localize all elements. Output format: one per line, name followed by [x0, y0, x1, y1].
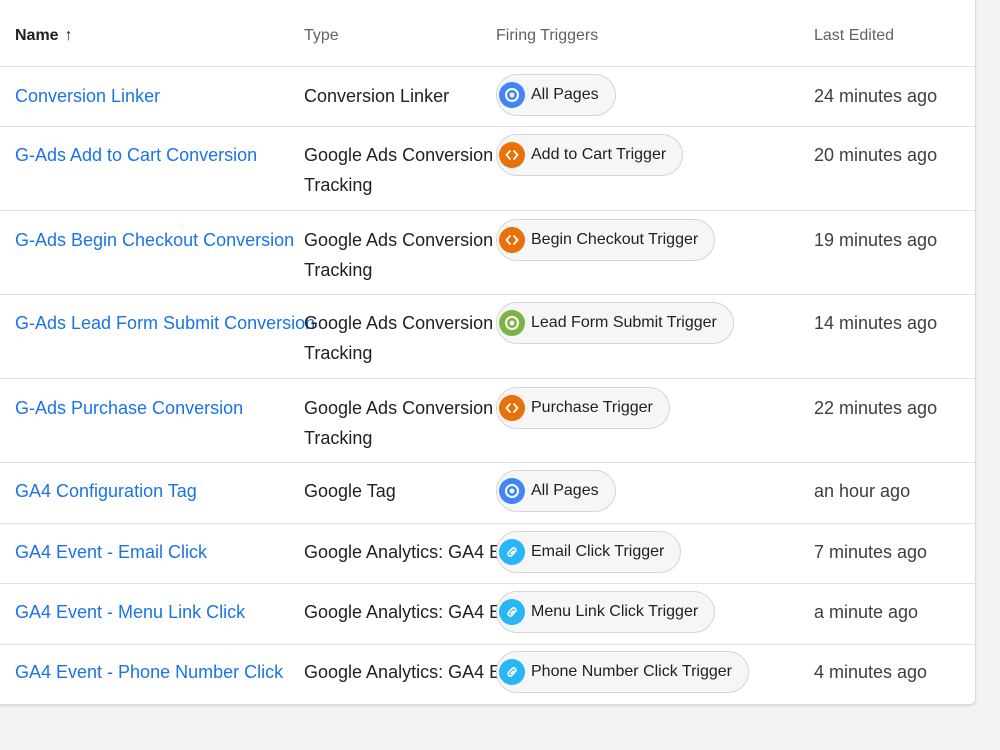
last-edited: 24 minutes ago — [814, 86, 938, 106]
tag-name-link[interactable]: GA4 Event - Phone Number Click — [15, 657, 283, 687]
trigger-chip-label: Purchase Trigger — [531, 399, 653, 416]
tag-type-line: Google Ads Conversion — [304, 145, 494, 165]
table-row: GA4 Event - Phone Number Click Google An… — [0, 645, 976, 705]
column-header-triggers[interactable]: Firing Triggers — [496, 21, 598, 51]
tag-name-link[interactable]: G-Ads Lead Form Submit Conversion — [15, 308, 315, 338]
trigger-chip-label: All Pages — [531, 482, 599, 499]
tag-type-line: Google Tag — [304, 481, 396, 501]
table-row: G-Ads Purchase Conversion Google Ads Con… — [0, 379, 976, 463]
table-row: GA4 Configuration Tag Google Tag All Pag… — [0, 463, 976, 524]
tag-type: Google Ads Conversion Tracking — [304, 393, 499, 453]
code-icon — [499, 395, 525, 421]
tag-type: Google Ads Conversion Tracking — [304, 140, 499, 200]
table-row: Conversion Linker Conversion Linker All … — [0, 67, 976, 127]
trigger-chip[interactable]: Phone Number Click Trigger — [496, 651, 749, 693]
table-row: GA4 Event - Menu Link Click Google Analy… — [0, 584, 976, 645]
trigger-chip-label: Add to Cart Trigger — [531, 146, 667, 163]
tag-name-link[interactable]: GA4 Event - Menu Link Click — [15, 597, 245, 627]
trigger-chip-label: Begin Checkout Trigger — [531, 231, 699, 248]
tag-type: Conversion Linker — [304, 81, 499, 111]
last-edited: 22 minutes ago — [814, 398, 938, 418]
last-edited: 14 minutes ago — [814, 313, 938, 333]
tag-type-line: Tracking — [304, 175, 373, 195]
table-header: Name ↑ Type Firing Triggers Last Edited — [0, 0, 976, 67]
tag-type-line: Google Ads Conversion — [304, 398, 494, 418]
last-edited: a minute ago — [814, 602, 919, 622]
column-header-name-label: Name — [15, 27, 59, 44]
tag-type: Google Tag — [304, 476, 499, 506]
tag-type-line: Conversion Linker — [304, 86, 450, 106]
last-edited: 19 minutes ago — [814, 230, 938, 250]
column-header-name[interactable]: Name ↑ — [15, 21, 73, 51]
column-header-type[interactable]: Type — [304, 21, 339, 51]
tag-type: Google Ads Conversion Tracking — [304, 225, 499, 285]
form-icon — [499, 310, 525, 336]
link-icon — [499, 659, 525, 685]
tag-type-line: Google Ads Conversion — [304, 230, 494, 250]
trigger-chip-label: Menu Link Click Trigger — [531, 603, 699, 620]
code-icon — [499, 142, 525, 168]
tag-type-line: Google Analytics: GA4 Event — [304, 662, 536, 682]
trigger-chip[interactable]: Email Click Trigger — [496, 531, 682, 573]
last-edited: 7 minutes ago — [814, 542, 928, 562]
trigger-chip[interactable]: All Pages — [496, 470, 616, 512]
tag-name-link[interactable]: GA4 Event - Email Click — [15, 537, 207, 567]
sort-ascending-icon: ↑ — [64, 27, 73, 44]
tag-type-line: Tracking — [304, 260, 373, 280]
table-row: G-Ads Begin Checkout Conversion Google A… — [0, 211, 976, 295]
trigger-chip-label: Lead Form Submit Trigger — [531, 314, 717, 331]
tag-type-line: Google Ads Conversion — [304, 313, 494, 333]
trigger-chip-label: Email Click Trigger — [531, 543, 665, 560]
trigger-chip[interactable]: Purchase Trigger — [496, 387, 670, 429]
last-edited: 20 minutes ago — [814, 145, 938, 165]
trigger-chip[interactable]: Add to Cart Trigger — [496, 134, 684, 176]
last-edited: 4 minutes ago — [814, 662, 928, 682]
tag-type-line: Google Analytics: GA4 Event — [304, 602, 536, 622]
tag-type: Google Analytics: GA4 Event — [304, 597, 536, 627]
tag-type: Google Analytics: GA4 Event — [304, 537, 536, 567]
table-row: GA4 Event - Email Click Google Analytics… — [0, 524, 976, 584]
last-edited: an hour ago — [814, 481, 911, 501]
tag-name-link[interactable]: G-Ads Begin Checkout Conversion — [15, 225, 294, 255]
tag-name-link[interactable]: G-Ads Add to Cart Conversion — [15, 140, 257, 170]
code-icon — [499, 227, 525, 253]
trigger-chip-label: Phone Number Click Trigger — [531, 663, 732, 680]
link-icon — [499, 599, 525, 625]
tags-table: Name ↑ Type Firing Triggers Last Edited C… — [0, 0, 976, 705]
tag-type: Google Analytics: GA4 Event — [304, 657, 536, 687]
trigger-chip[interactable]: All Pages — [496, 74, 616, 116]
tag-name-link[interactable]: GA4 Configuration Tag — [15, 476, 197, 506]
link-icon — [499, 539, 525, 565]
tag-type-line: Google Analytics: GA4 Event — [304, 542, 536, 562]
eye-icon — [499, 478, 525, 504]
trigger-chip-label: All Pages — [531, 86, 599, 103]
trigger-chip[interactable]: Lead Form Submit Trigger — [496, 302, 734, 344]
table-row: G-Ads Add to Cart Conversion Google Ads … — [0, 127, 976, 211]
trigger-chip[interactable]: Menu Link Click Trigger — [496, 591, 716, 633]
tag-type: Google Ads Conversion Tracking — [304, 308, 499, 368]
table-row: G-Ads Lead Form Submit Conversion Google… — [0, 295, 976, 379]
eye-icon — [499, 82, 525, 108]
tag-type-line: Tracking — [304, 343, 373, 363]
trigger-chip[interactable]: Begin Checkout Trigger — [496, 219, 716, 261]
column-header-last-edited[interactable]: Last Edited — [814, 21, 894, 51]
tag-type-line: Tracking — [304, 428, 373, 448]
tag-name-link[interactable]: Conversion Linker — [15, 81, 160, 111]
tag-name-link[interactable]: G-Ads Purchase Conversion — [15, 393, 243, 423]
